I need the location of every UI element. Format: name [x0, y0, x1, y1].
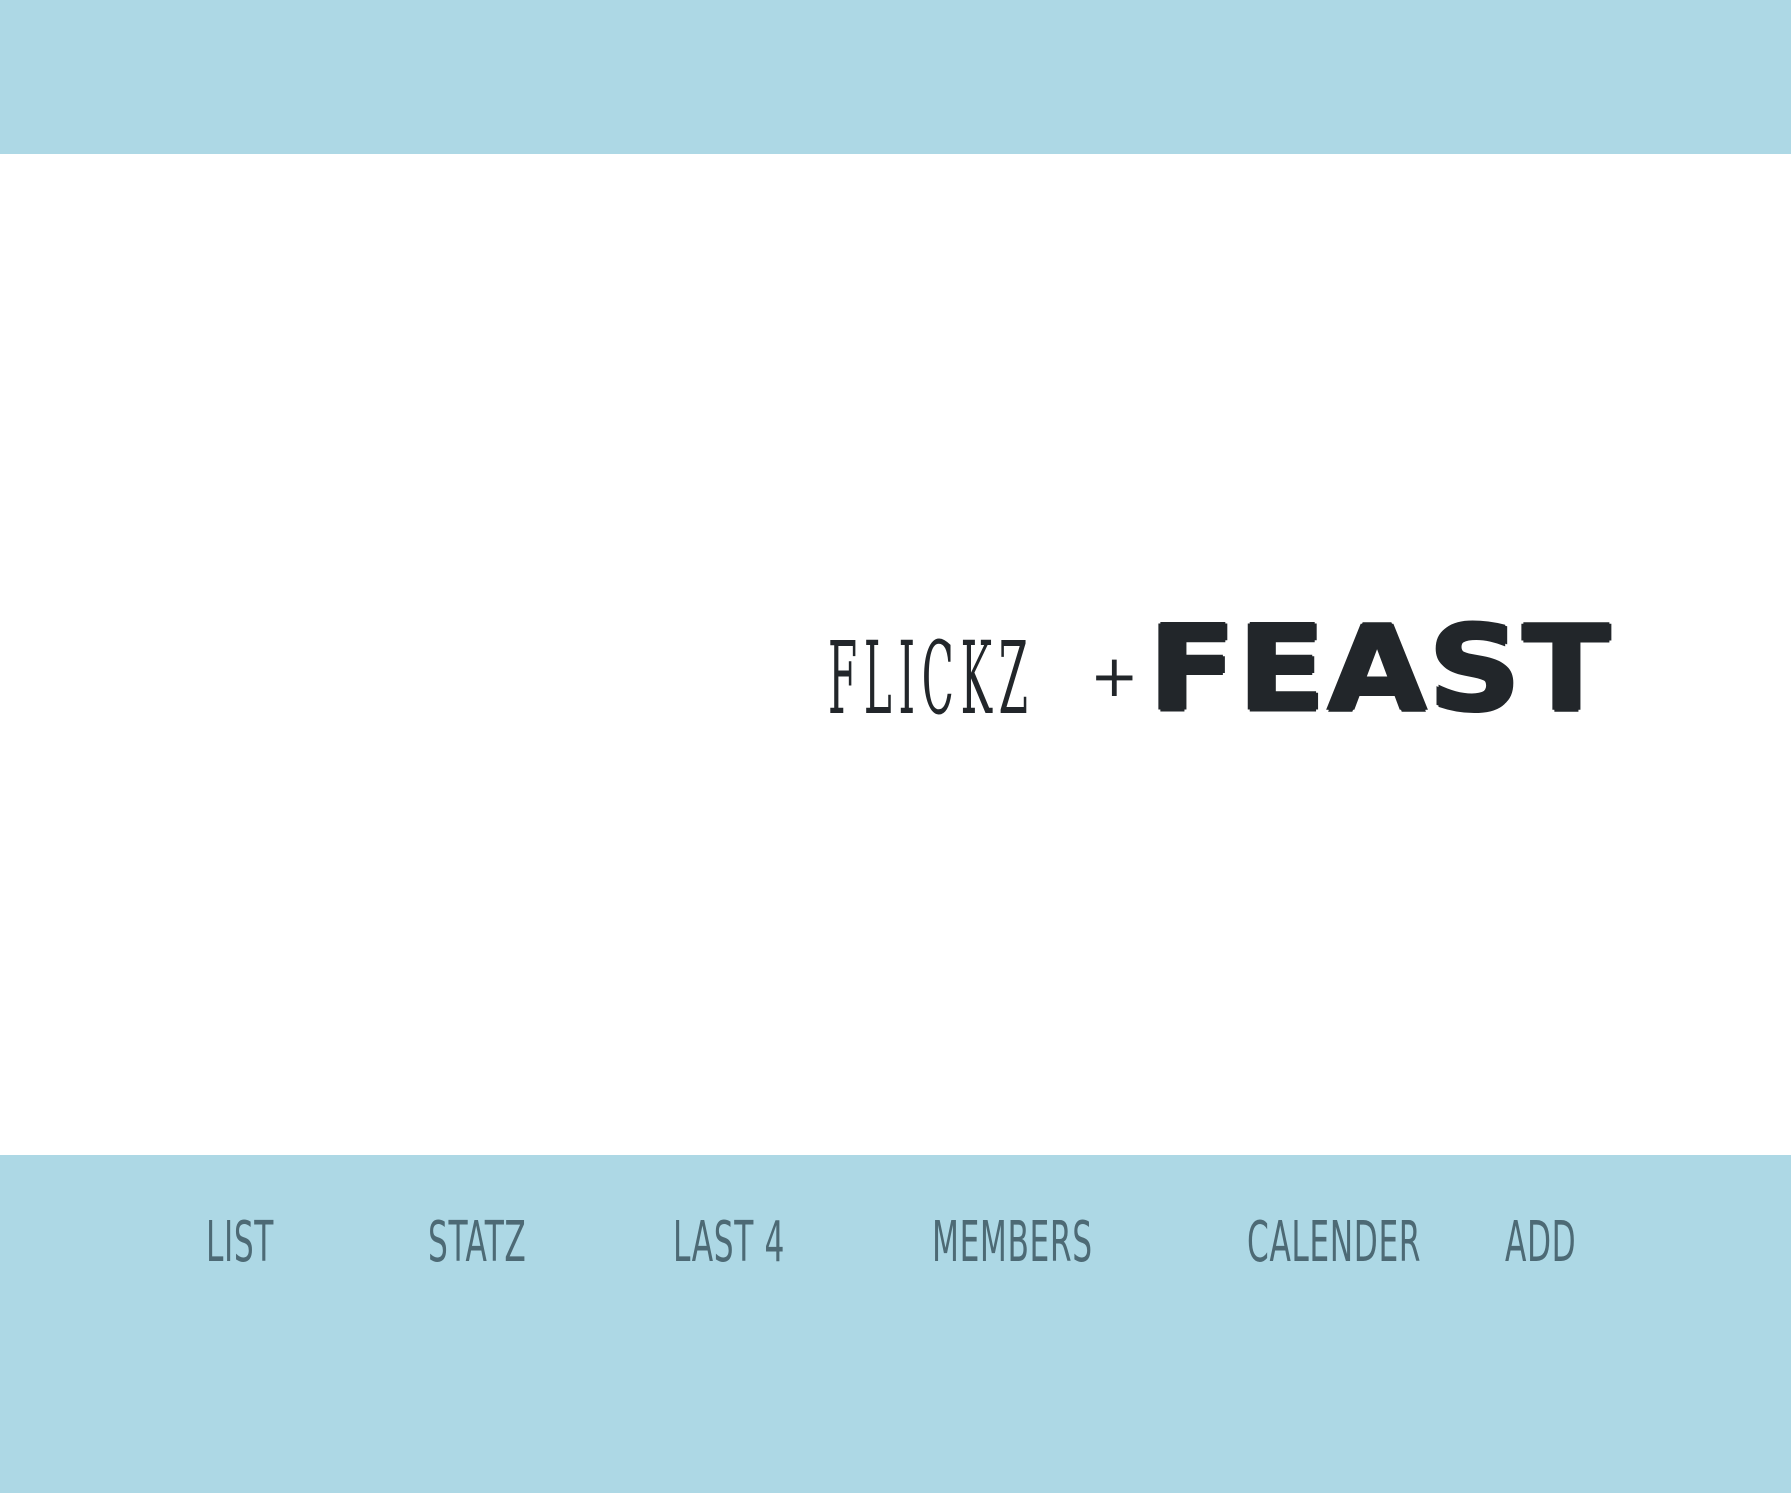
logo-flickz-text: FLICKZ: [828, 620, 1035, 737]
nav-link-calender[interactable]: CALENDER: [1247, 1215, 1421, 1271]
nav-link-members[interactable]: MEMBERS: [932, 1215, 1093, 1271]
site-logo[interactable]: FLICKZ + FEAST: [828, 579, 1612, 729]
nav-link-add[interactable]: ADD: [1505, 1215, 1576, 1271]
hero-section: FLICKZ + FEAST: [0, 154, 1791, 1155]
nav-link-statz[interactable]: STATZ: [428, 1215, 526, 1271]
footer-nav-band: LIST STATZ LAST 4 MEMBERS CALENDER ADD: [0, 1155, 1791, 1493]
main-nav: LIST STATZ LAST 4 MEMBERS CALENDER ADD: [0, 1155, 1791, 1315]
nav-link-last-4[interactable]: LAST 4: [673, 1215, 785, 1271]
logo-feast-text: FEAST: [1148, 601, 1613, 739]
top-banner: [0, 0, 1791, 154]
nav-link-list[interactable]: LIST: [206, 1215, 274, 1271]
logo-plus-sign: +: [1090, 642, 1139, 710]
